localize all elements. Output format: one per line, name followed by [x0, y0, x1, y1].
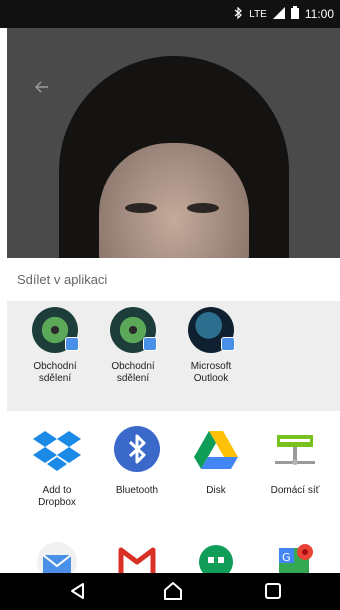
recent-target-messaging-2[interactable]: Obchodní sdělení	[95, 307, 171, 385]
app-label-line1: Bluetooth	[115, 485, 159, 496]
share-sheet: Sdílet v aplikaci Obchodní sdělení Obcho…	[7, 258, 340, 573]
status-time: 11:00	[304, 7, 334, 21]
google-drive-icon	[192, 425, 240, 473]
app-email[interactable]	[18, 540, 96, 573]
recents-icon[interactable]	[263, 581, 287, 601]
bluetooth-icon	[234, 6, 243, 22]
back-arrow-icon[interactable]	[34, 78, 49, 96]
app-gmail[interactable]	[98, 540, 176, 573]
photo-eye-right	[187, 203, 219, 213]
recent-target-outlook[interactable]: Microsoft Outlook	[173, 307, 249, 385]
app-bluetooth[interactable]: Bluetooth	[98, 425, 176, 497]
gmail-icon	[118, 547, 156, 573]
messaging-avatar-icon	[32, 307, 79, 353]
recent-label-line2: Outlook	[193, 373, 229, 384]
app-label-line1: Disk	[206, 485, 226, 496]
recent-label-line1: Microsoft	[190, 361, 232, 372]
photo-face	[98, 143, 249, 258]
status-icons: LTE 11:00	[234, 6, 334, 22]
svg-text:G: G	[282, 551, 291, 564]
maps-icon: G	[279, 544, 313, 573]
bluetooth-icon	[113, 425, 161, 473]
photo-eye-left	[125, 203, 157, 213]
app-label-line1: Domácí síť	[270, 485, 320, 496]
recent-label-line1: Obchodní	[33, 361, 77, 372]
recent-label-line2: sdělení	[116, 373, 150, 384]
outlook-badge-icon	[221, 337, 235, 351]
messaging-badge-icon	[143, 337, 157, 351]
photo-preview	[7, 28, 340, 258]
app-grid-next-row: G	[7, 540, 340, 573]
messaging-avatar-icon	[110, 307, 157, 353]
app-dropbox[interactable]: Add to Dropbox	[18, 425, 96, 509]
home-icon[interactable]	[162, 581, 186, 601]
signal-icon	[272, 6, 285, 22]
recent-label-line1: Obchodní	[111, 361, 155, 372]
network-type: LTE	[249, 8, 267, 20]
dropbox-icon	[33, 425, 81, 473]
messaging-badge-icon	[65, 337, 79, 351]
share-sheet-title: Sdílet v aplikaci	[17, 272, 108, 287]
email-icon	[37, 542, 77, 573]
app-hangouts[interactable]	[177, 540, 255, 573]
app-label-line2: Dropbox	[38, 497, 76, 508]
app-label-line1: Add to	[42, 485, 72, 496]
hangouts-icon	[199, 545, 233, 573]
app-home-network[interactable]: Domácí síť	[256, 425, 334, 497]
outlook-avatar-icon	[188, 307, 235, 353]
home-network-icon	[271, 425, 319, 473]
back-icon[interactable]	[68, 581, 92, 601]
app-maps[interactable]: G	[256, 540, 334, 573]
recent-target-messaging-1[interactable]: Obchodní sdělení	[17, 307, 93, 385]
recent-label-line2: sdělení	[38, 373, 72, 384]
recent-targets: Obchodní sdělení Obchodní sdělení Micros…	[7, 301, 340, 411]
app-google-drive[interactable]: Disk	[177, 425, 255, 497]
navigation-bar	[0, 573, 340, 610]
status-bar: LTE 11:00	[0, 0, 340, 28]
battery-icon	[290, 6, 299, 22]
